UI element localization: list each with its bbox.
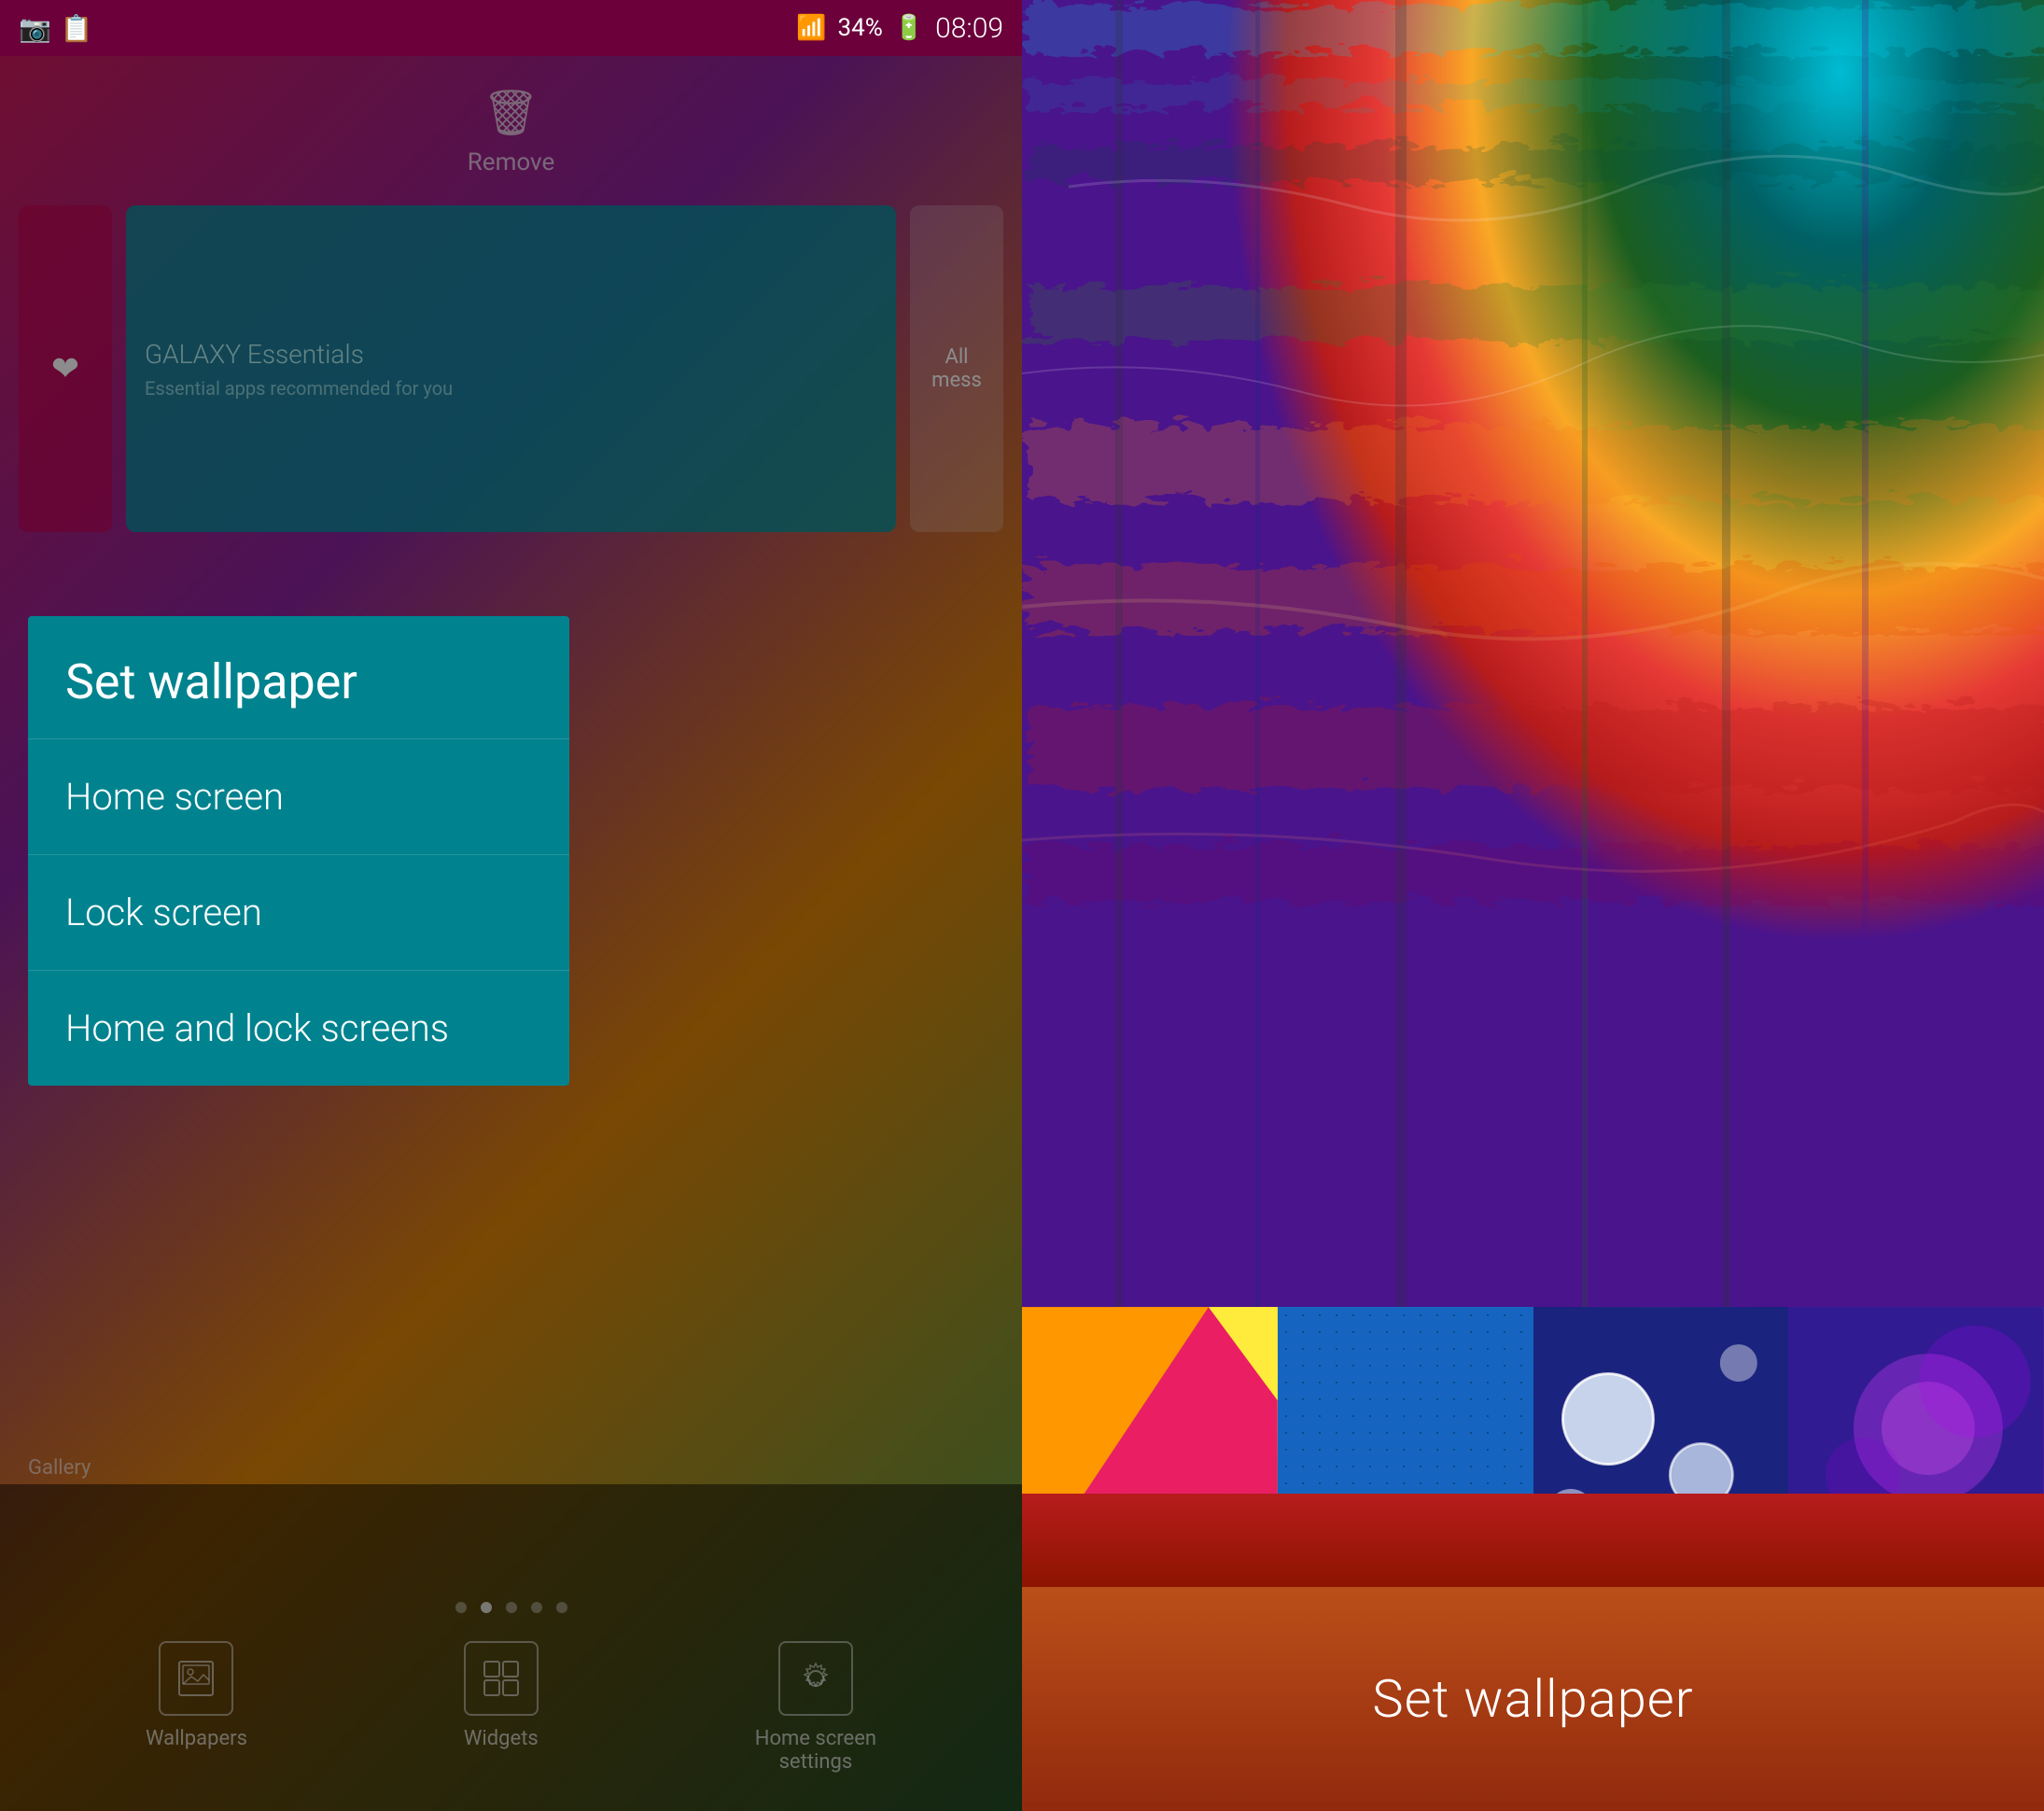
menu-item-lock-screen[interactable]: Lock screen: [28, 855, 569, 971]
status-bar: 📷 📋 📶 34% 🔋 08:09: [0, 0, 1022, 56]
lock-screen-label: Lock screen: [65, 891, 532, 934]
menu-item-home-lock-screens[interactable]: Home and lock screens: [28, 971, 569, 1086]
menu-header: Set wallpaper: [28, 616, 569, 739]
status-bar-left-icons: 📷 📋: [19, 13, 93, 44]
menu-item-home-screen[interactable]: Home screen: [28, 739, 569, 855]
wallpaper-menu: Set wallpaper Home screen Lock screen Ho…: [28, 616, 569, 1086]
home-lock-screens-label: Home and lock screens: [65, 1006, 532, 1050]
signal-icon: 📶: [796, 14, 826, 42]
clock: 08:09: [935, 12, 1003, 45]
wallpaper-bottom-strip: [1022, 1494, 2044, 1587]
wallpaper-preview: [1022, 0, 2044, 1447]
set-wallpaper-button[interactable]: Set wallpaper: [1022, 1587, 2044, 1811]
screenshot-icon: 📷: [19, 13, 51, 44]
battery-icon: 🔋: [894, 14, 924, 42]
right-panel: Bubbles Phase beam Set wallpaper: [1022, 0, 2044, 1811]
left-panel: 📷 📋 📶 34% 🔋 08:09 🗑 Remove ❤ GALAXY Esse…: [0, 0, 1022, 1811]
menu-title: Set wallpaper: [65, 653, 532, 710]
battery-percent: 34%: [837, 14, 882, 42]
status-bar-right: 📶 34% 🔋 08:09: [796, 12, 1003, 45]
home-screen-label: Home screen: [65, 775, 532, 819]
set-wallpaper-label: Set wallpaper: [1372, 1668, 1693, 1730]
edit-icon: 📋: [61, 13, 93, 44]
